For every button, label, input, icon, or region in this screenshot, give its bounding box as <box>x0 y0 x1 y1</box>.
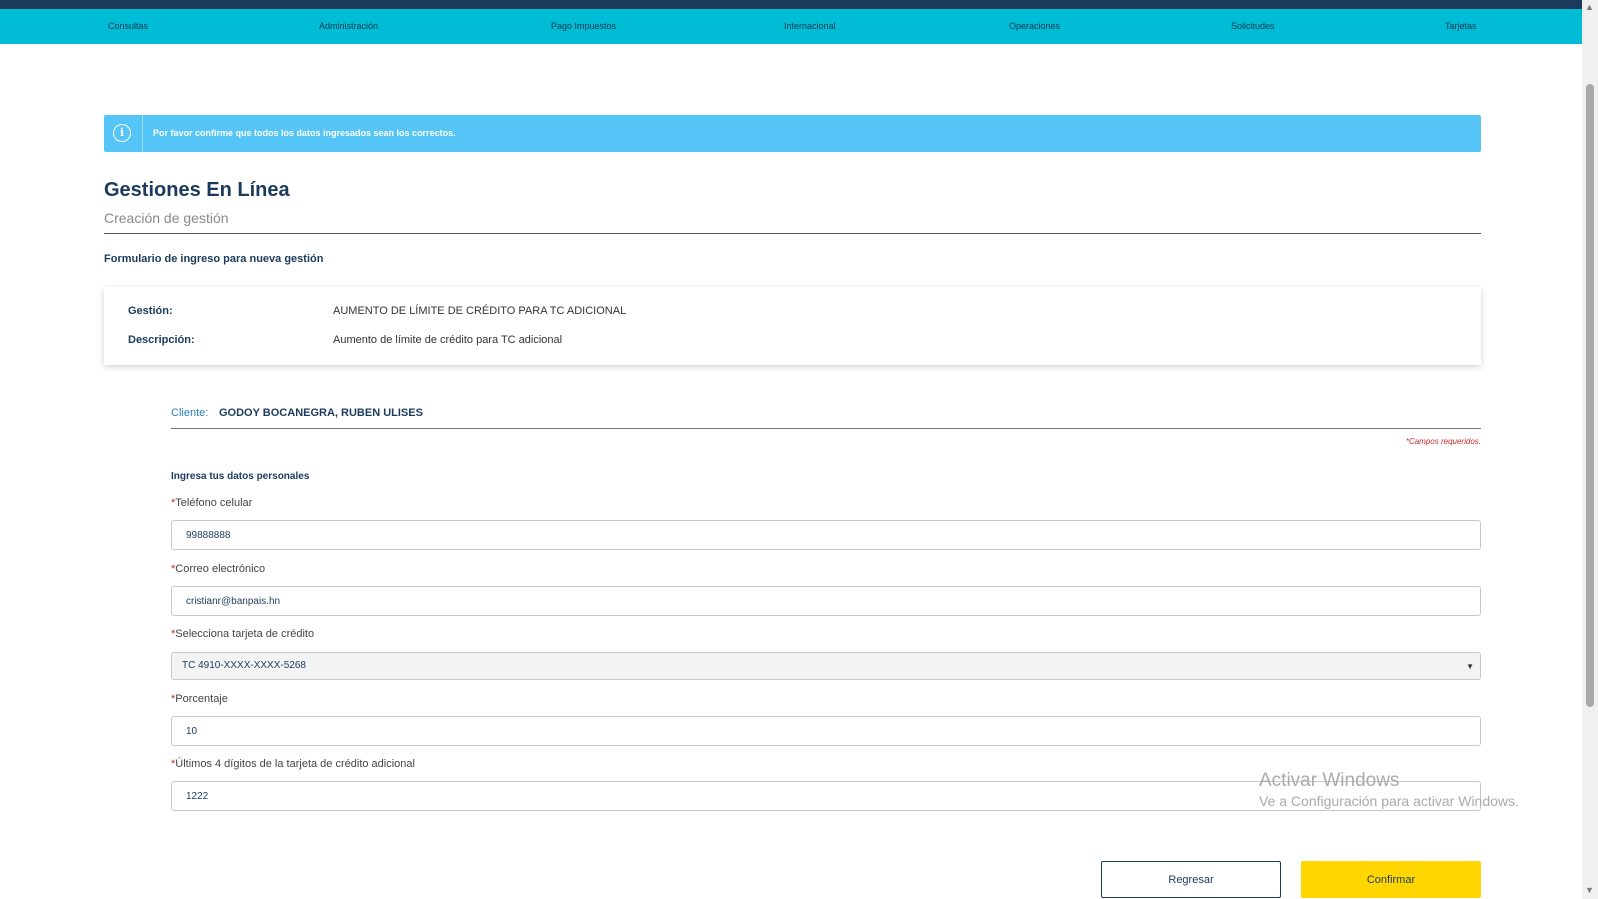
client-label: Cliente: <box>171 407 209 419</box>
section-label: Ingresa tus datos personales <box>171 471 310 482</box>
phone-label: *Teléfono celular <box>171 497 252 509</box>
gestion-value: AUMENTO DE LÍMITE DE CRÉDITO PARA TC ADI… <box>333 305 627 317</box>
windows-activation-subtitle: Ve a Configuración para activar Windows. <box>1259 793 1519 809</box>
back-button[interactable]: Regresar <box>1101 861 1281 898</box>
card-select-value: TC 4910-XXXX-XXXX-5268 <box>182 660 306 671</box>
last-digits-label-text: Últimos 4 dígitos de la tarjeta de crédi… <box>175 758 415 770</box>
phone-label-text: Teléfono celular <box>175 497 253 509</box>
top-strip <box>0 0 1582 9</box>
card-select[interactable]: TC 4910-XXXX-XXXX-5268 ▼ <box>171 652 1481 680</box>
client-divider <box>171 428 1481 429</box>
nav-item-consultas[interactable]: Consultas <box>108 9 148 44</box>
client-name: GODOY BOCANEGRA, RUBEN ULISES <box>219 407 423 419</box>
nav-item-internacional[interactable]: Internacional <box>784 9 836 44</box>
page-title: Gestiones En Línea <box>104 179 290 201</box>
chevron-down-icon: ▼ <box>1466 662 1474 671</box>
page-scrollbar[interactable]: ▲ ▼ <box>1582 0 1598 899</box>
nav-item-operaciones[interactable]: Operaciones <box>1009 9 1060 44</box>
alert-message: Por favor confirme que todos los datos i… <box>153 128 456 138</box>
confirm-button[interactable]: Confirmar <box>1301 861 1481 898</box>
nav-item-administracion[interactable]: Administración <box>319 9 378 44</box>
percentage-label-text: Porcentaje <box>175 693 228 705</box>
scrollbar-thumb[interactable] <box>1586 84 1594 707</box>
percentage-label: *Porcentaje <box>171 693 228 705</box>
descripcion-value: Aumento de límite de crédito para TC adi… <box>333 334 563 346</box>
percentage-input[interactable] <box>171 716 1481 746</box>
page-subtitle: Creación de gestión <box>104 210 229 226</box>
email-label-text: Correo electrónico <box>175 563 266 575</box>
card-select-label: *Selecciona tarjeta de crédito <box>171 628 314 640</box>
windows-activation-title: Activar Windows <box>1259 770 1400 791</box>
email-input[interactable] <box>171 586 1481 616</box>
main-navigation: Consultas Administración Pago Impuestos … <box>0 9 1582 44</box>
title-divider <box>104 233 1481 234</box>
nav-item-tarjetas[interactable]: Tarjetas <box>1445 9 1477 44</box>
email-label: *Correo electrónico <box>171 563 265 575</box>
scroll-down-arrow-icon[interactable]: ▼ <box>1585 885 1594 895</box>
gestion-info-card: Gestión: AUMENTO DE LÍMITE DE CRÉDITO PA… <box>104 287 1481 365</box>
phone-input[interactable] <box>171 520 1481 550</box>
info-icon: i <box>113 124 131 142</box>
nav-item-solicitudes[interactable]: Solicitudes <box>1231 9 1275 44</box>
last-digits-label: *Últimos 4 dígitos de la tarjeta de créd… <box>171 758 415 770</box>
alert-icon-container: i <box>104 115 143 152</box>
card-select-label-text: Selecciona tarjeta de crédito <box>175 628 315 640</box>
form-heading: Formulario de ingreso para nueva gestión <box>104 253 324 265</box>
nav-item-pago-impuestos[interactable]: Pago Impuestos <box>551 9 616 44</box>
gestion-label: Gestión: <box>128 305 173 317</box>
confirmation-alert: i Por favor confirme que todos los datos… <box>104 115 1481 152</box>
descripcion-label: Descripción: <box>128 334 195 346</box>
scroll-up-arrow-icon[interactable]: ▲ <box>1585 2 1594 12</box>
required-fields-note: *Campos requeridos. <box>1405 437 1481 446</box>
